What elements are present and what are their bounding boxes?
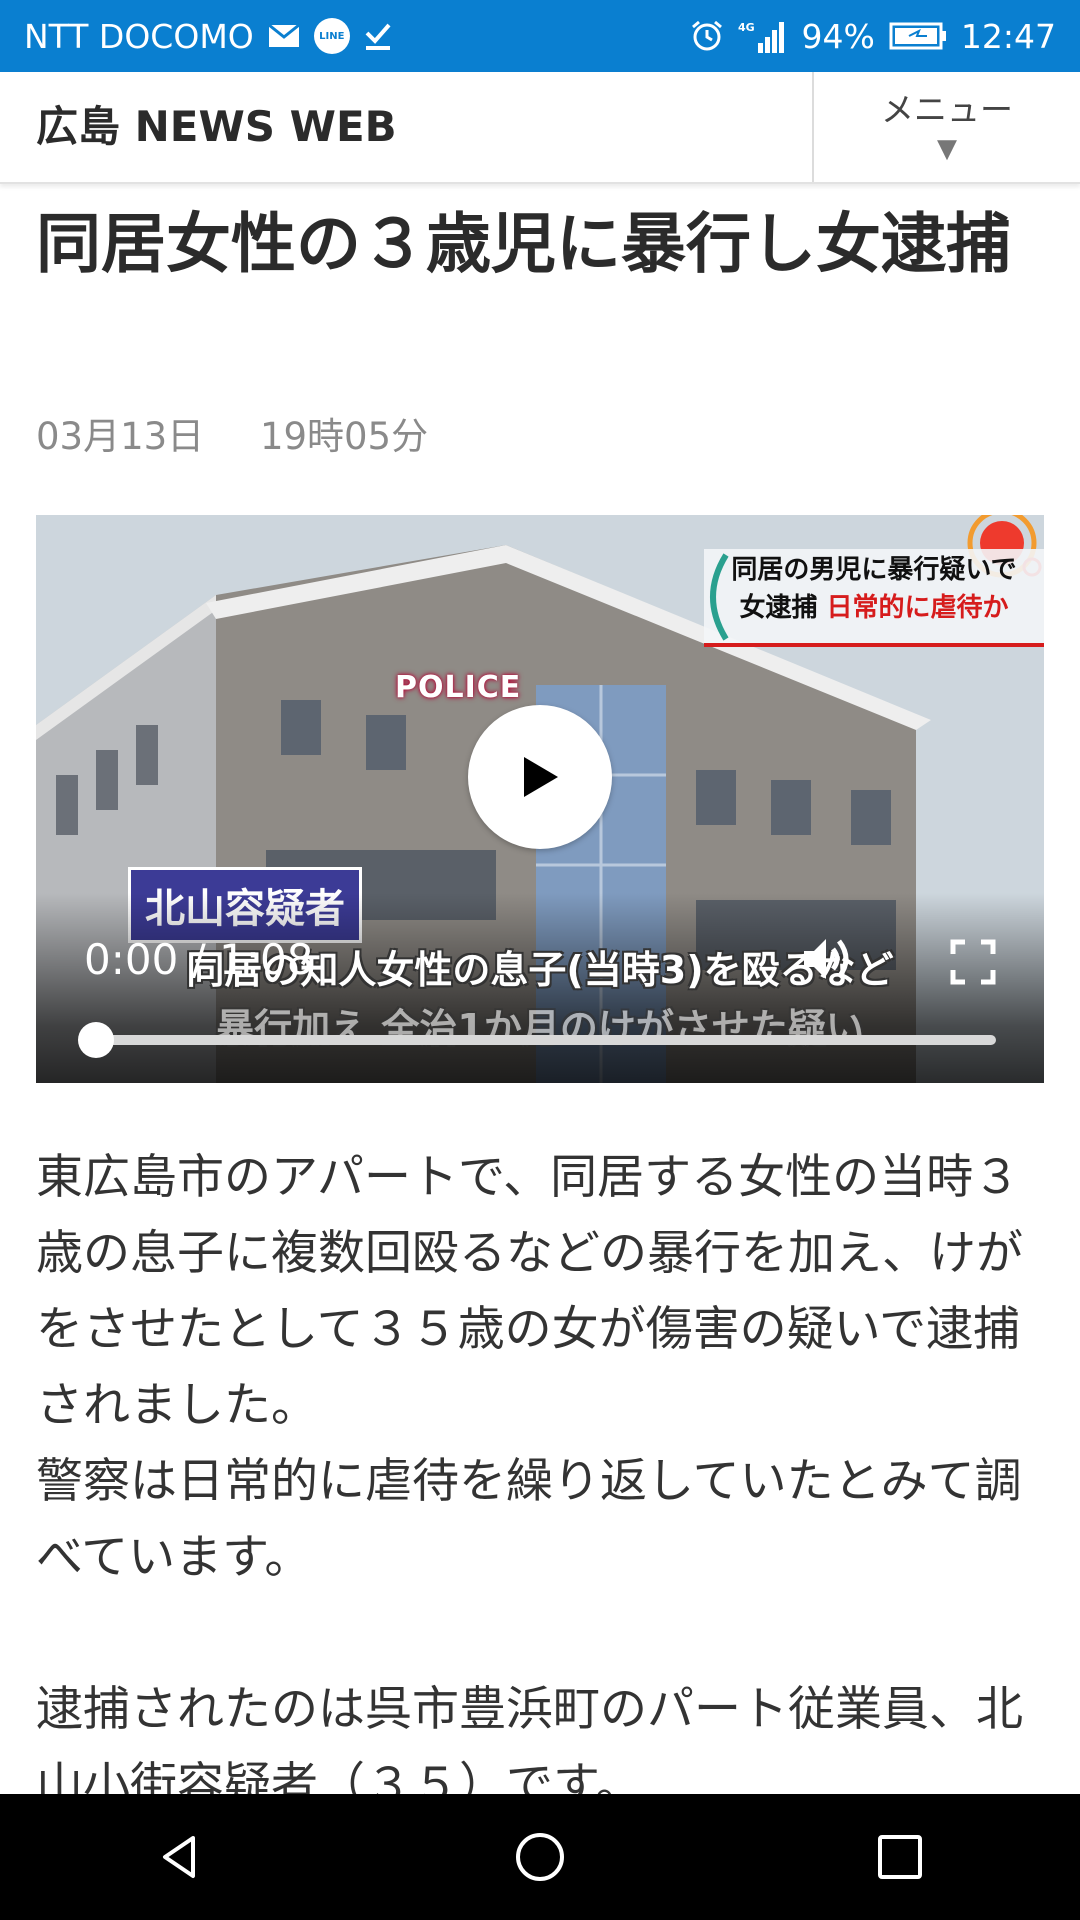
back-button[interactable] — [140, 1817, 220, 1897]
system-nav-bar — [0, 1794, 1080, 1920]
battery-percent: 94% — [801, 16, 875, 56]
caption-line-1: 同居の男児に暴行疑いで — [731, 555, 1017, 585]
site-title[interactable]: 広島 NEWS WEB — [36, 72, 397, 182]
article-paragraph: 東広島市のアパートで、同居する女性の当時３歳の息子に複数回殴るなどの暴行を加え、… — [36, 1150, 1023, 1433]
menu-button[interactable]: メニュー ▼ — [812, 72, 1080, 182]
fullscreen-icon[interactable] — [950, 939, 996, 989]
video-scrubber[interactable] — [78, 1022, 114, 1058]
play-icon — [524, 757, 558, 797]
video-player[interactable]: 同居の男児に暴行疑いで 女逮捕 日常的に虐待か POLICE 北山容疑者 同居の… — [36, 515, 1044, 1083]
battery-icon — [889, 21, 947, 51]
video-progress-bar[interactable] — [84, 1035, 996, 1045]
home-button[interactable] — [500, 1817, 580, 1897]
network-type: 4G — [738, 21, 755, 34]
article-paragraph: 警察は日常的に虐待を繰り返していたとみて調べています。 — [36, 1454, 1022, 1585]
back-icon — [163, 1836, 195, 1878]
video-time: 0:00 / 1:08 — [84, 935, 314, 984]
app-header: 広島 NEWS WEB メニュー ▼ — [0, 72, 1080, 184]
alarm-icon — [690, 19, 724, 53]
status-bar-right: 4G 94% 12:47 — [690, 17, 1056, 56]
article-date: 03月13日 — [36, 415, 205, 458]
article-body: 東広島市のアパートで、同居する女性の当時３歳の息子に複数回殴るなどの暴行を加え、… — [36, 1140, 1046, 1824]
carrier-name: NTT DOCOMO — [24, 16, 254, 56]
play-button[interactable] — [468, 705, 612, 849]
article-time: 19時05分 — [259, 415, 429, 458]
article-title: 同居女性の３歳児に暴行し女逮捕 — [36, 207, 1012, 282]
menu-label: メニュー — [881, 90, 1013, 129]
clock: 12:47 — [960, 16, 1056, 56]
recents-button[interactable] — [860, 1817, 940, 1897]
status-bar-left: NTT DOCOMO LINE — [24, 17, 392, 56]
signal-icon: 4G — [738, 19, 788, 53]
caption-line-2b: 日常的に虐待か — [826, 593, 1009, 623]
home-icon — [516, 1833, 564, 1881]
police-sign: POLICE — [395, 670, 522, 705]
news-caption: 同居の男児に暴行疑いで 女逮捕 日常的に虐待か — [704, 551, 1044, 641]
volume-icon[interactable] — [798, 931, 854, 991]
article-datetime: 03月13日 19時05分 — [36, 406, 428, 460]
line-icon: LINE — [313, 18, 350, 54]
status-bar: NTT DOCOMO LINE 4G 94% 12:47 — [0, 0, 1080, 72]
recents-icon — [878, 1835, 922, 1879]
download-done-icon — [364, 21, 392, 51]
mail-icon — [267, 24, 300, 48]
caret-down-icon: ▼ — [937, 134, 957, 164]
caption-line-2: 女逮捕 日常的に虐待か — [704, 589, 1044, 627]
caption-line-2a: 女逮捕 — [739, 593, 818, 623]
